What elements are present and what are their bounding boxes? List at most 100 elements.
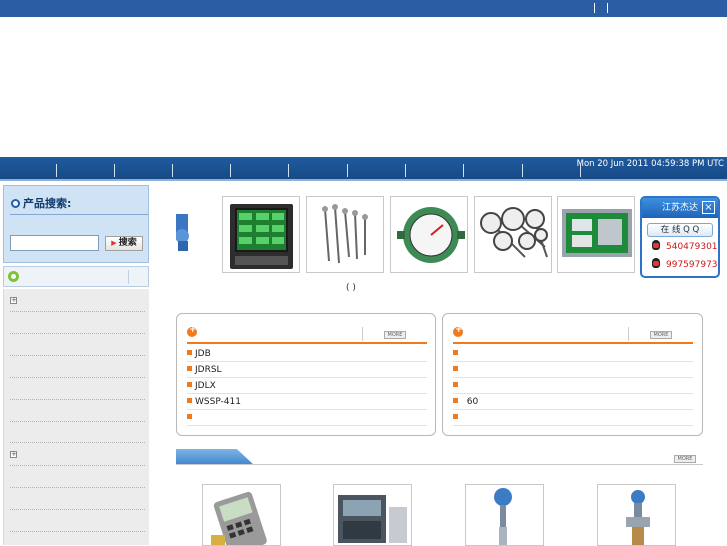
product-thumb-thermocouple[interactable] bbox=[306, 196, 384, 273]
list-item[interactable] bbox=[10, 465, 145, 466]
product-card-vortex-meter[interactable] bbox=[465, 484, 544, 546]
search-title: 产品搜索: bbox=[11, 195, 71, 211]
bullet-icon bbox=[187, 382, 192, 387]
expand-icon[interactable]: + bbox=[10, 297, 17, 304]
news-item[interactable]: JDRSL bbox=[187, 362, 427, 378]
section-underline bbox=[176, 464, 703, 465]
nav-divider bbox=[288, 164, 289, 177]
qq-title: 江苏杰达 bbox=[661, 203, 698, 213]
product-thumb-test-kit[interactable] bbox=[557, 196, 635, 273]
qq-penguin-icon bbox=[652, 240, 660, 250]
plus-circle-icon bbox=[187, 325, 197, 337]
thermometer-image bbox=[480, 207, 548, 258]
bullet-icon bbox=[453, 398, 458, 403]
bullet-icon bbox=[187, 414, 192, 419]
thermocouple-image bbox=[322, 204, 368, 264]
list-item[interactable] bbox=[10, 333, 145, 334]
more-button[interactable]: MORE bbox=[650, 331, 672, 339]
product-card-test-bench[interactable] bbox=[333, 484, 412, 546]
bullet-icon bbox=[187, 366, 192, 371]
product-thumb-thermometer[interactable] bbox=[474, 196, 552, 273]
green-circle-icon bbox=[8, 271, 19, 282]
bullet-icon bbox=[453, 414, 458, 419]
search-button[interactable]: ▶ 搜索 bbox=[105, 236, 143, 251]
list-item[interactable] bbox=[10, 311, 145, 312]
vortex-meter-image bbox=[494, 488, 512, 545]
news-item[interactable] bbox=[453, 362, 693, 378]
nav-divider bbox=[522, 164, 523, 177]
news-item-label: JDRSL bbox=[195, 365, 222, 375]
news-item[interactable]: JDB bbox=[187, 346, 427, 362]
list-item[interactable] bbox=[10, 399, 145, 400]
nav-divider bbox=[230, 164, 231, 177]
news-item[interactable] bbox=[453, 346, 693, 362]
arrow-right-icon: ▶ bbox=[111, 239, 117, 247]
category-header bbox=[3, 266, 149, 287]
expand-icon[interactable]: + bbox=[10, 451, 17, 458]
news-item-label: 60 bbox=[466, 397, 479, 407]
category-list: + + bbox=[3, 289, 149, 545]
qq-contact[interactable]: 540479301 bbox=[642, 239, 718, 255]
list-item[interactable] bbox=[10, 487, 145, 488]
news-item[interactable]: 60 bbox=[453, 394, 693, 410]
list-item[interactable] bbox=[10, 442, 145, 443]
strip-caption: ( ) bbox=[346, 283, 356, 293]
more-button[interactable]: MORE bbox=[674, 455, 696, 463]
list-item[interactable] bbox=[10, 377, 145, 378]
product-search-panel: 产品搜索: ▶ 搜索 bbox=[3, 185, 149, 263]
more-button[interactable]: MORE bbox=[384, 331, 406, 339]
qq-header: 江苏杰达 × bbox=[642, 198, 718, 218]
flow-transmitter-image bbox=[626, 490, 650, 545]
nav-divider bbox=[405, 164, 406, 177]
bullet-icon bbox=[453, 382, 458, 387]
bullet-icon bbox=[187, 398, 192, 403]
nav-divider bbox=[56, 164, 57, 177]
news-item-label: WSSP-411 bbox=[195, 397, 241, 407]
main-nav: Mon 20 Jun 2011 04:59:38 PM UTC bbox=[0, 157, 727, 181]
header-underline bbox=[187, 342, 427, 344]
qq-penguin-icon bbox=[652, 258, 660, 268]
calibrator-image bbox=[211, 491, 267, 545]
section-tab[interactable] bbox=[176, 449, 254, 465]
news-item[interactable] bbox=[187, 410, 427, 426]
qq-online-button[interactable]: 在 线 Q Q bbox=[647, 223, 713, 237]
test-bench-image bbox=[338, 495, 407, 543]
list-item[interactable] bbox=[10, 531, 145, 532]
product-thumb-flowmeter[interactable] bbox=[390, 196, 468, 273]
bullet-icon bbox=[11, 199, 20, 208]
bullet-icon bbox=[453, 366, 458, 371]
close-icon[interactable]: × bbox=[702, 201, 715, 214]
news-panel-left: MORE JDB JDRSL JDLX WSSP-411 bbox=[176, 313, 436, 436]
product-thumb-recorder[interactable] bbox=[222, 196, 300, 273]
qq-contact[interactable]: 997597973 bbox=[642, 257, 718, 273]
news-panel-right: MORE 60 bbox=[442, 313, 703, 436]
news-item-label: JDLX bbox=[195, 381, 216, 391]
qq-contact-number: 997597973 bbox=[666, 260, 718, 270]
nav-divider bbox=[172, 164, 173, 177]
product-thumb-transmitter[interactable] bbox=[176, 196, 216, 273]
qq-online-widget: 江苏杰达 × 在 线 Q Q 540479301 997597973 bbox=[640, 196, 720, 278]
search-input[interactable] bbox=[10, 235, 99, 251]
list-item[interactable] bbox=[10, 509, 145, 510]
test-kit-image bbox=[562, 209, 632, 257]
product-card-calibrator[interactable] bbox=[202, 484, 281, 546]
qq-contact-number: 540479301 bbox=[666, 242, 718, 252]
transmitter-image bbox=[176, 214, 189, 251]
divider bbox=[128, 270, 129, 284]
news-item[interactable]: WSSP-411 bbox=[187, 394, 427, 410]
recorder-image bbox=[230, 204, 293, 269]
plus-circle-icon bbox=[453, 325, 463, 337]
list-item[interactable] bbox=[10, 355, 145, 356]
news-item[interactable] bbox=[453, 378, 693, 394]
news-item[interactable]: JDLX bbox=[187, 378, 427, 394]
news-item[interactable] bbox=[453, 410, 693, 426]
divider bbox=[628, 327, 629, 341]
divider bbox=[362, 327, 363, 341]
product-card-flow-transmitter[interactable] bbox=[597, 484, 676, 546]
flowmeter-image bbox=[397, 207, 465, 263]
bullet-icon bbox=[187, 350, 192, 355]
news-item-label: JDB bbox=[195, 349, 211, 359]
top-link-separator bbox=[607, 3, 608, 13]
bullet-icon bbox=[453, 350, 458, 355]
list-item[interactable] bbox=[10, 421, 145, 422]
